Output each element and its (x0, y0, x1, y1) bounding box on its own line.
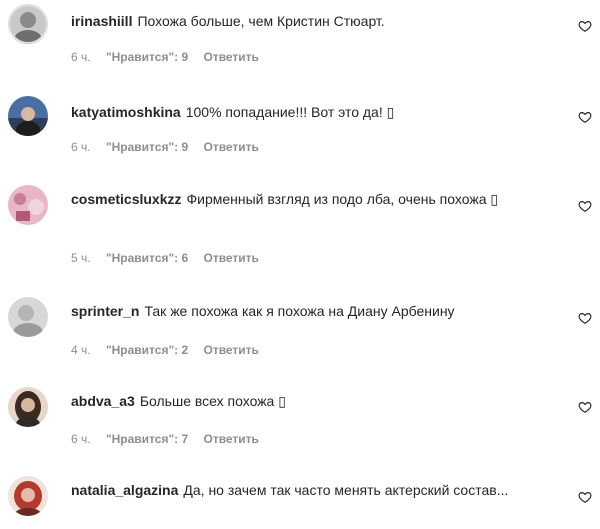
comment-meta: 6 ч. "Нравится": 9 Ответить (71, 50, 271, 64)
comment-meta: 6 ч. "Нравится": 9 Ответить (71, 140, 271, 154)
comment-username[interactable]: sprinter_n (71, 303, 139, 319)
comment-time[interactable]: 6 ч. (71, 50, 91, 64)
avatar[interactable] (8, 476, 48, 516)
comment-likes-count[interactable]: "Нравится": 7 (106, 432, 188, 446)
reply-button[interactable]: Ответить (203, 251, 258, 265)
comment-likes-count[interactable]: "Нравится": 2 (106, 343, 188, 357)
reply-button[interactable]: Ответить (203, 432, 258, 446)
comment-meta: 4 ч. "Нравится": 2 Ответить (71, 343, 271, 357)
comment-username[interactable]: cosmeticsluxkzz (71, 191, 182, 207)
heart-outline-icon[interactable] (578, 19, 592, 33)
reply-button[interactable]: Ответить (203, 140, 258, 154)
comment-text: Да, но зачем так часто менять актерский … (183, 482, 509, 498)
heart-outline-icon[interactable] (578, 199, 592, 213)
comment-meta: 5 ч. "Нравится": 6 Ответить (71, 251, 271, 265)
heart-outline-icon[interactable] (578, 311, 592, 325)
avatar[interactable] (8, 185, 48, 225)
reply-button[interactable]: Ответить (203, 50, 258, 64)
comment-text: Так же похожа как я похожа на Диану Арбе… (144, 303, 455, 319)
comment-line: katyatimoshkina 100% попадание!!! Вот это… (71, 100, 551, 124)
reply-button[interactable]: Ответить (203, 343, 258, 357)
comment-text: Больше всех похожа ▯ (139, 393, 286, 409)
comment-username[interactable]: abdva_a3 (71, 393, 135, 409)
comment-time[interactable]: 5 ч. (71, 251, 91, 265)
comment-line: natalia_algazina Да, но зачем так часто м… (71, 478, 551, 502)
comment-text: 100% попадание!!! Вот это да! ▯ (185, 104, 395, 120)
avatar[interactable] (8, 297, 48, 337)
comment-text: Похожа больше, чем Кристин Стюарт. (137, 13, 385, 29)
comment-time[interactable]: 6 ч. (71, 432, 91, 446)
comment-likes-count[interactable]: "Нравится": 9 (106, 140, 188, 154)
comment-username[interactable]: katyatimoshkina (71, 104, 181, 120)
comment-line: irinashiill Похожа больше, чем Кристин Ст… (71, 9, 551, 33)
comment-line: abdva_a3 Больше всех похожа ▯ (71, 389, 551, 413)
comment-text: Фирменный взгляд из подо лба, очень похо… (186, 191, 499, 207)
comment-username[interactable]: natalia_algazina (71, 482, 178, 498)
comment-likes-count[interactable]: "Нравится": 6 (106, 251, 188, 265)
comment-username[interactable]: irinashiill (71, 13, 132, 29)
avatar[interactable] (8, 387, 48, 427)
avatar[interactable] (8, 96, 48, 136)
heart-outline-icon[interactable] (578, 110, 592, 124)
comment-line: sprinter_n Так же похожа как я похожа на … (71, 299, 551, 323)
avatar[interactable] (8, 4, 48, 44)
comment-time[interactable]: 6 ч. (71, 140, 91, 154)
comment-meta: 6 ч. "Нравится": 7 Ответить (71, 432, 271, 446)
heart-outline-icon[interactable] (578, 400, 592, 414)
heart-outline-icon[interactable] (578, 490, 592, 504)
comment-line: cosmeticsluxkzz Фирменный взгляд из подо … (71, 187, 551, 211)
comment-time[interactable]: 4 ч. (71, 343, 91, 357)
comment-likes-count[interactable]: "Нравится": 9 (106, 50, 188, 64)
